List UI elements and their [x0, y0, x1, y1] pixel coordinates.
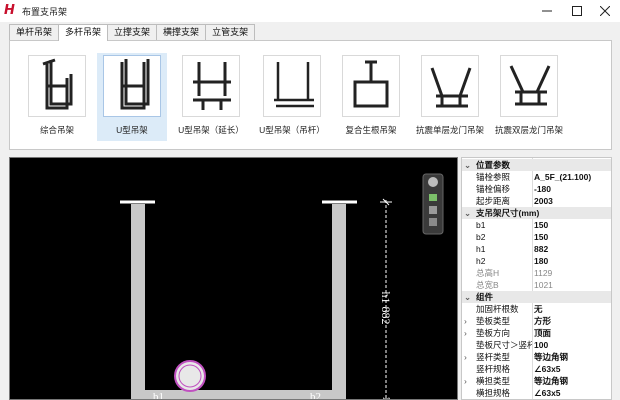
expand-icon[interactable]: › [464, 375, 472, 387]
property-row[interactable]: 垫板尺寸＞竖杆 100 [462, 339, 611, 351]
property-row-readonly: 总高H 1129 [476, 268, 553, 278]
drawing-viewport[interactable]: h1 882 180 b1 b2 [9, 157, 458, 400]
thumbnail [263, 55, 321, 117]
dimension-text-bottom: 180 [380, 396, 392, 400]
property-row-readonly: 总宽B 1021 [476, 280, 553, 290]
hanger-type-gallery: 综合吊架 U型吊架 U型吊架（延长） U型吊架（吊杆） 复合生根吊架 抗震单层龙… [9, 40, 612, 150]
seismic-double-gantry-icon [509, 65, 551, 106]
property-row[interactable]: › 竖杆类型 等边角钢 [462, 351, 611, 363]
gallery-item-u-hanger-extended[interactable]: U型吊架（延长） [176, 53, 246, 141]
collapse-icon: ⌄ [464, 160, 472, 170]
expand-icon[interactable]: › [464, 327, 472, 339]
left-vertical-rod [131, 204, 145, 399]
thumbnail [28, 55, 86, 117]
property-row[interactable]: › 垫板方向 顶面 [462, 327, 611, 339]
dialog-window: H 布置支吊架 单杆吊架 多杆吊架 立撑支架 横撑支架 立管支架 综合吊架 U型… [0, 0, 620, 400]
thumbnail [500, 55, 558, 117]
view-cube-icon[interactable] [428, 177, 438, 187]
category-tabs: 单杆吊架 多杆吊架 立撑支架 横撑支架 立管支架 [9, 24, 256, 41]
tab-riser-support[interactable]: 立管支架 [205, 24, 256, 40]
tab-vertical-brace-support[interactable]: 立撑支架 [107, 24, 158, 40]
thumbnail [421, 55, 479, 117]
collapse-icon: ⌄ [464, 292, 472, 302]
property-row[interactable]: h2 180 [462, 255, 611, 267]
u-hanger-icon [120, 59, 150, 110]
thumbnail [103, 55, 161, 117]
u-hanger-extended-icon [193, 62, 231, 110]
property-row[interactable]: 竖杆规格 ∠63x5 [462, 363, 611, 375]
expand-icon[interactable]: › [464, 351, 472, 363]
expand-icon[interactable]: › [464, 315, 472, 327]
minimize-button[interactable] [532, 0, 562, 22]
zoom-icon[interactable] [429, 206, 437, 214]
gallery-item-u-hanger[interactable]: U型吊架 [97, 53, 167, 141]
maximize-icon [572, 6, 582, 16]
property-row[interactable]: 锚栓偏移 -180 [462, 183, 611, 195]
property-row[interactable]: b2 150 [462, 231, 611, 243]
label-b2: b2 [310, 391, 321, 400]
gallery-item-label: 抗震双层龙门吊架 [494, 125, 563, 135]
gallery-item-seismic-double-gantry[interactable]: 抗震双层龙门吊架 [494, 53, 564, 141]
collapse-icon: ⌄ [464, 208, 472, 218]
property-row[interactable]: 起步距离 2003 [462, 195, 611, 207]
category-hanger-dimensions[interactable]: ⌄ 支吊架尺寸(mm) [462, 207, 611, 219]
maximize-button[interactable] [562, 0, 592, 22]
app-logo-icon: H [4, 3, 15, 18]
category-position-params[interactable]: ⌄ 位置参数 [462, 159, 611, 171]
gallery-item-label: U型吊架（延长） [178, 125, 244, 135]
steering-icon[interactable] [429, 218, 437, 226]
gallery-item-label: 综合吊架 [39, 125, 74, 135]
property-row[interactable]: › 垫板类型 方形 [462, 315, 611, 327]
gallery-item-label: U型吊架 [116, 125, 148, 135]
dimension-text-h1: h1 882 [379, 292, 393, 325]
gallery-item-label: 抗震单层龙门吊架 [415, 125, 484, 135]
property-row[interactable]: › 横担类型 等边角钢 [462, 375, 611, 387]
gallery-item-combined-hanger[interactable]: 综合吊架 [22, 53, 92, 141]
close-button[interactable] [590, 0, 620, 22]
gallery-item-label: U型吊架（吊杆） [259, 125, 325, 135]
hanger-drawing: h1 882 180 b1 b2 [120, 173, 444, 400]
tab-multi-rod-hanger[interactable]: 多杆吊架 [58, 24, 109, 41]
gallery-item-seismic-single-gantry[interactable]: 抗震单层龙门吊架 [415, 53, 485, 141]
seismic-single-gantry-icon [430, 67, 472, 108]
property-row[interactable]: 加固杆根数无 [462, 303, 611, 315]
property-row[interactable]: 横担规格 ∠63x5 [462, 387, 611, 399]
property-row[interactable]: h1 882 [462, 243, 611, 255]
tab-horizontal-brace-support[interactable]: 横撑支架 [156, 24, 207, 40]
property-row[interactable]: b1 150 [462, 219, 611, 231]
thumbnail [182, 55, 240, 117]
close-icon [600, 6, 610, 16]
combined-hanger-icon [42, 58, 73, 110]
window-title: 布置支吊架 [22, 7, 68, 17]
minimize-icon [542, 10, 552, 12]
gallery-item-composite-root-hanger[interactable]: 复合生根吊架 [336, 53, 406, 141]
properties-panel: ⌄ 位置参数 锚栓参照 A_5F_(21.100) 锚栓偏移 -180 起步距离 20… [461, 157, 612, 400]
pan-icon[interactable] [429, 194, 437, 201]
right-vertical-rod [332, 204, 346, 399]
label-b1: b1 [153, 391, 164, 400]
title-bar[interactable]: H 布置支吊架 [0, 0, 620, 22]
gallery-item-label: 复合生根吊架 [345, 125, 397, 135]
thumbnail [342, 55, 400, 117]
composite-root-hanger-icon [353, 60, 389, 108]
u-hanger-rod-icon [274, 62, 314, 108]
category-components[interactable]: ⌄ 组件 [462, 291, 611, 303]
tab-single-rod-hanger[interactable]: 单杆吊架 [9, 24, 60, 40]
property-row[interactable]: 锚栓参照 A_5F_(21.100) [462, 171, 611, 183]
gallery-item-u-hanger-rod[interactable]: U型吊架（吊杆） [257, 53, 327, 141]
